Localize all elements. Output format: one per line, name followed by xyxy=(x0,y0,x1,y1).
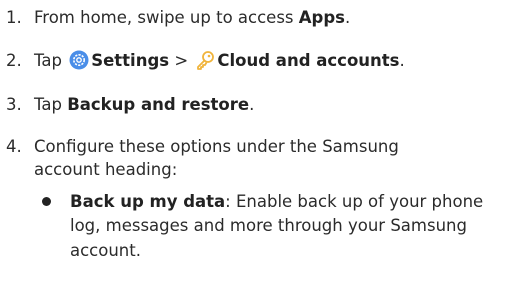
step-text-line1: Configure these options under the Samsun… xyxy=(34,137,399,156)
step-2: 2. Tap Settings > Cloud and accounts. xyxy=(6,50,405,72)
step-number: 2. xyxy=(6,51,22,70)
step-4-continuation: account heading: xyxy=(34,160,178,179)
apps-label: Apps xyxy=(298,8,345,27)
bullet-line-1: Back up my data: Enable back up of your … xyxy=(70,190,483,214)
key-icon xyxy=(195,50,215,70)
step-number: 4. xyxy=(6,137,22,156)
step-number: 3. xyxy=(6,95,22,114)
step-1: 1. From home, swipe up to access Apps. xyxy=(6,7,350,29)
step-4: 4. Configure these options under the Sams… xyxy=(6,136,399,158)
bullet-line-3: account. xyxy=(70,241,141,260)
step-text: From home, swipe up to access xyxy=(34,8,299,27)
cloud-accounts-label: Cloud and accounts xyxy=(217,51,400,70)
step-text: Tap xyxy=(34,51,68,70)
step-text: Tap xyxy=(34,95,68,114)
settings-label: Settings xyxy=(91,51,170,70)
backup-restore-label: Backup and restore xyxy=(67,95,250,114)
separator: > xyxy=(169,51,194,70)
bullet-icon xyxy=(42,197,51,206)
settings-gear-icon xyxy=(69,50,89,70)
punctuation: . xyxy=(344,8,351,27)
punctuation: . xyxy=(399,51,405,70)
bullet-line-2: log, messages and more through your Sams… xyxy=(70,216,467,235)
step-number: 1. xyxy=(6,8,22,27)
step-3: 3. Tap Backup and restore. xyxy=(6,94,254,116)
back-up-my-data-label: Back up my data xyxy=(70,192,226,211)
punctuation: . xyxy=(249,95,255,114)
bullet-text: : Enable back up of your phone xyxy=(225,192,484,211)
